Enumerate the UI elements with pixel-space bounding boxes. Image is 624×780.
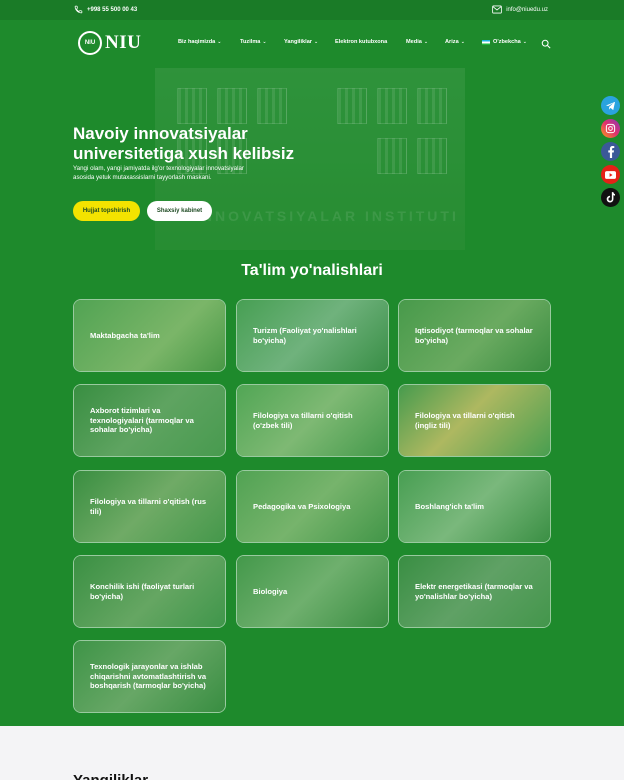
email-address: info@niuedu.uz xyxy=(506,6,548,13)
direction-card-label: Turizm (Faoliyat yo'nalishlari bo'yicha) xyxy=(253,326,357,345)
nav-item-6[interactable]: O'zbekcha ⌄ xyxy=(482,39,527,45)
chevron-down-icon: ⌄ xyxy=(313,39,319,45)
hero-banner: INNOVATSIYALAR INSTITUTI Navoiy innovats… xyxy=(0,68,624,250)
nav-item-5[interactable]: Ariza ⌄ xyxy=(445,39,465,45)
nav-item-label: O'zbekcha xyxy=(493,39,521,45)
direction-card[interactable]: Axborot tizimlari va texnologiyalari (ta… xyxy=(73,384,226,457)
nav-item-label: Media xyxy=(406,39,422,45)
chevron-down-icon: ⌄ xyxy=(423,39,429,45)
direction-card-label: Boshlang'ich ta'lim xyxy=(415,501,485,511)
direction-card[interactable]: Maktabgacha ta'lim xyxy=(73,299,226,372)
chevron-down-icon: ⌄ xyxy=(262,39,267,45)
direction-card[interactable]: Filologiya va tillarni o'qitish (rus til… xyxy=(73,470,226,543)
mail-icon xyxy=(492,5,502,14)
nav-item-4[interactable]: Media ⌄ xyxy=(406,39,428,45)
instagram-icon[interactable] xyxy=(601,119,620,138)
email-contact[interactable]: info@niuedu.uz xyxy=(492,5,548,14)
nav-item-label: Biz haqimizda xyxy=(178,39,216,45)
direction-card[interactable]: Turizm (Faoliyat yo'nalishlari bo'yicha) xyxy=(236,299,389,372)
chevron-down-icon: ⌄ xyxy=(460,39,465,45)
phone-contact[interactable]: +998 55 500 00 43 xyxy=(74,5,137,14)
hero-title: Navoiy innovatsiyalar universitetiga xus… xyxy=(73,124,295,163)
personal-cabinet-button[interactable]: Shaxsiy kabinet xyxy=(147,201,212,221)
direction-card[interactable]: Iqtisodiyot (tarmoqlar va sohalar bo'yic… xyxy=(398,299,551,372)
logo-wordmark: NIU xyxy=(105,32,142,53)
main-header: NIU NIU Biz haqimizda ⌄ Tuzilma ⌄ Yangilikla… xyxy=(0,20,624,68)
nav-item-2[interactable]: Yangiliklar ⌄ xyxy=(284,39,318,45)
hero-building-sign: INNOVATSIYALAR INSTITUTI xyxy=(195,208,459,224)
submit-documents-button[interactable]: Hujjat topshirish xyxy=(73,201,140,221)
direction-card-label: Filologiya va tillarni o'qitish (ingliz … xyxy=(415,411,515,430)
direction-card-label: Elektr energetikasi (tarmoqlar va yo'nal… xyxy=(415,582,533,601)
direction-card-label: Pedagogika va Psixologiya xyxy=(253,501,351,511)
news-section: Yangiliklar xyxy=(0,726,624,780)
nav-item-3[interactable]: Elektron kutubxona xyxy=(335,39,387,45)
social-sidebar xyxy=(601,96,620,207)
direction-card-label: Biologiya xyxy=(253,586,288,596)
nav-item-label: Yangiliklar xyxy=(284,39,312,45)
direction-card-label: Texnologik jarayonlar va ishlab chiqaris… xyxy=(90,662,207,691)
direction-card-label: Filologiya va tillarni o'qitish (o'zbek … xyxy=(253,411,353,430)
youtube-icon[interactable] xyxy=(601,165,620,184)
uz-flag-icon xyxy=(482,39,490,45)
direction-card[interactable]: Boshlang'ich ta'lim xyxy=(398,470,551,543)
chevron-down-icon: ⌄ xyxy=(217,39,222,45)
direction-card-label: Konchilik ishi (faoliyat turlari bo'yich… xyxy=(90,582,195,601)
tiktok-icon[interactable] xyxy=(601,188,620,207)
direction-card[interactable]: Elektr energetikasi (tarmoqlar va yo'nal… xyxy=(398,555,551,628)
direction-card-label: Axborot tizimlari va texnologiyalari (ta… xyxy=(90,406,194,435)
direction-card[interactable]: Biologiya xyxy=(236,555,389,628)
phone-icon xyxy=(74,5,83,14)
direction-card-label: Filologiya va tillarni o'qitish (rus til… xyxy=(90,497,207,516)
news-title: Yangiliklar xyxy=(73,772,148,780)
nav-item-label: Ariza xyxy=(445,39,459,45)
hero-subtitle: Yangi olam, yangi jamiyatda ilg'or texno… xyxy=(73,165,244,181)
direction-card[interactable]: Filologiya va tillarni o'qitish (o'zbek … xyxy=(236,384,389,457)
directions-title: Ta'lim yo'nalishlari xyxy=(241,262,383,279)
direction-card-label: Maktabgacha ta'lim xyxy=(90,330,160,340)
direction-card[interactable]: Filologiya va tillarni o'qitish (ingliz … xyxy=(398,384,551,457)
facebook-icon[interactable] xyxy=(601,142,620,161)
direction-card[interactable]: Texnologik jarayonlar va ishlab chiqaris… xyxy=(73,640,226,713)
direction-card[interactable]: Pedagogika va Psixologiya xyxy=(236,470,389,543)
nav-item-label: Elektron kutubxona xyxy=(335,39,388,45)
direction-card-label: Iqtisodiyot (tarmoqlar va sohalar bo'yic… xyxy=(415,326,533,345)
telegram-icon[interactable] xyxy=(601,96,620,115)
search-icon[interactable] xyxy=(541,39,551,49)
top-bar: +998 55 500 00 43 info@niuedu.uz xyxy=(0,0,624,20)
nav-item-label: Tuzilma xyxy=(240,39,261,45)
site-logo[interactable]: NIU NIU xyxy=(78,31,141,55)
chevron-down-icon: ⌄ xyxy=(522,39,527,45)
direction-card[interactable]: Konchilik ishi (faoliyat turlari bo'yich… xyxy=(73,555,226,628)
logo-seal: NIU xyxy=(78,31,102,55)
phone-number: +998 55 500 00 43 xyxy=(87,6,138,13)
nav-item-0[interactable]: Biz haqimizda ⌄ xyxy=(178,39,222,45)
nav-item-1[interactable]: Tuzilma ⌄ xyxy=(240,39,267,45)
